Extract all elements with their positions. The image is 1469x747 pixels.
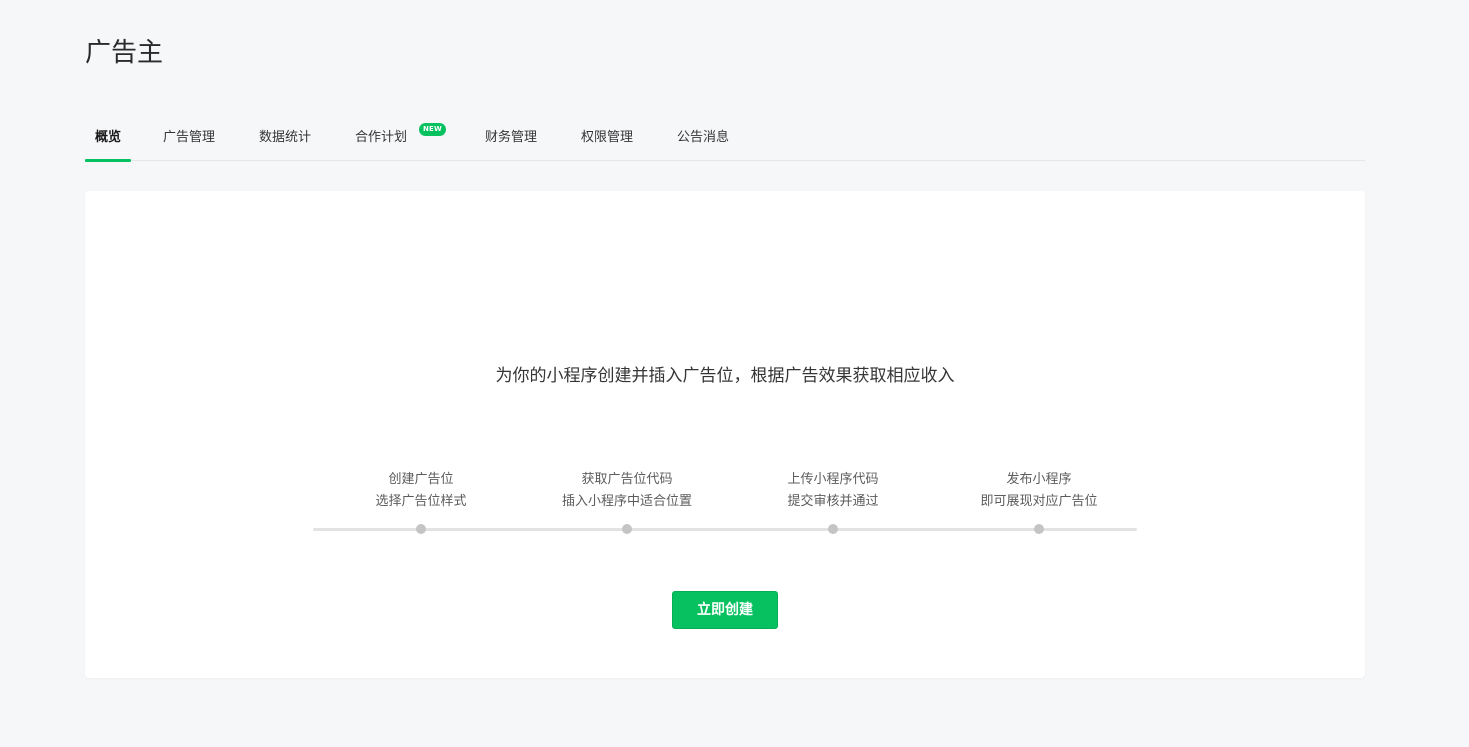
step-item: 获取广告位代码 插入小程序中适合位置 — [517, 469, 737, 534]
steps-timeline: 创建广告位 选择广告位样式 获取广告位代码 插入小程序中适合位置 上传小程序代码… — [313, 469, 1137, 539]
tab-cooperation-plan[interactable]: 合作计划 NEW — [355, 119, 446, 161]
tab-label: 财务管理 — [485, 130, 538, 145]
tab-label: 数据统计 — [259, 130, 312, 145]
step-item: 上传小程序代码 提交审核并通过 — [723, 469, 943, 534]
tab-label: 公告消息 — [677, 130, 730, 145]
step-title: 发布小程序 — [1006, 472, 1072, 487]
tab-data-statistics[interactable]: 数据统计 — [259, 119, 311, 161]
tab-overview[interactable]: 概览 — [84, 119, 132, 162]
step-item: 创建广告位 选择广告位样式 — [311, 469, 531, 534]
timeline-track — [313, 528, 1137, 531]
step-dot — [1034, 524, 1044, 534]
tab-label: 权限管理 — [581, 130, 634, 145]
step-description: 即可展现对应广告位 — [980, 494, 1098, 509]
tab-label: 概览 — [95, 130, 122, 145]
step-title: 上传小程序代码 — [787, 472, 879, 487]
overview-card: 为你的小程序创建并插入广告位，根据广告效果获取相应收入 创建广告位 选择广告位样… — [85, 191, 1365, 678]
new-badge: NEW — [419, 123, 446, 136]
step-title: 获取广告位代码 — [581, 472, 673, 487]
tab-label: 合作计划 — [355, 130, 408, 145]
tab-ad-management[interactable]: 广告管理 — [163, 119, 215, 161]
tab-label: 广告管理 — [163, 130, 216, 145]
step-item: 发布小程序 即可展现对应广告位 — [929, 469, 1149, 534]
page: 广告主 概览 广告管理 数据统计 合作计划 NEW 财务管理 权限管理 公告消息… — [0, 0, 1469, 747]
step-description: 选择广告位样式 — [375, 494, 467, 509]
step-dot — [416, 524, 426, 534]
tab-permission-management[interactable]: 权限管理 — [581, 119, 633, 161]
step-description: 提交审核并通过 — [787, 494, 879, 509]
step-description: 插入小程序中适合位置 — [561, 494, 692, 509]
page-title: 广告主 — [85, 38, 164, 68]
headline: 为你的小程序创建并插入广告位，根据广告效果获取相应收入 — [495, 366, 955, 386]
step-title: 创建广告位 — [388, 472, 454, 487]
step-dot — [622, 524, 632, 534]
tab-finance-management[interactable]: 财务管理 — [485, 119, 537, 161]
tab-announcements[interactable]: 公告消息 — [677, 119, 729, 161]
step-dot — [828, 524, 838, 534]
tab-bar: 概览 广告管理 数据统计 合作计划 NEW 财务管理 权限管理 公告消息 — [84, 119, 1365, 162]
create-now-button[interactable]: 立即创建 — [672, 591, 778, 629]
